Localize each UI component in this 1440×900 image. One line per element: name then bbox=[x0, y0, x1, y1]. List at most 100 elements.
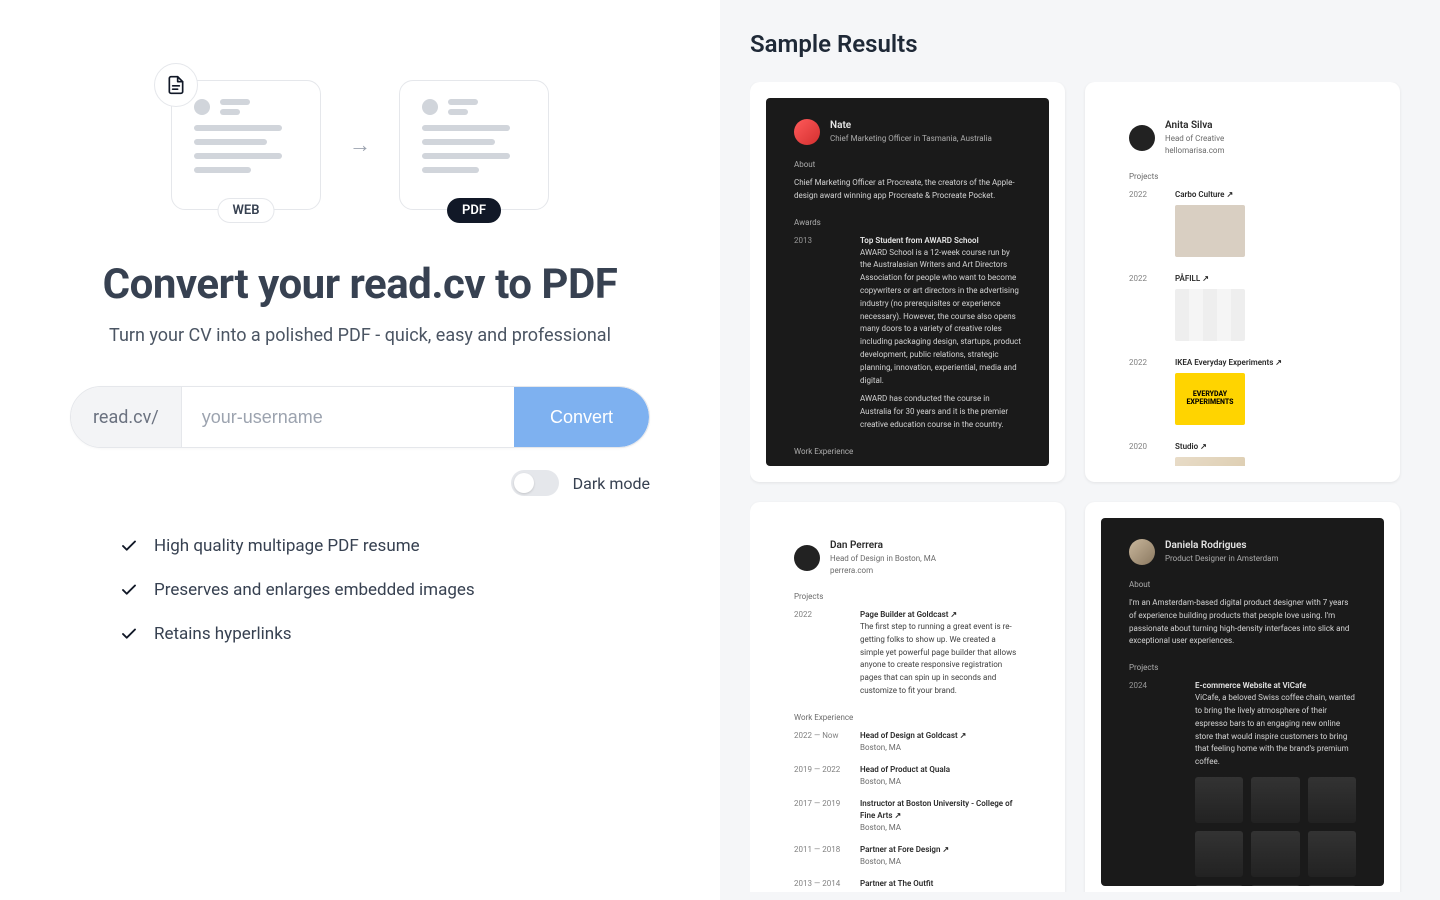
proj-year: 2020 bbox=[1129, 441, 1157, 466]
feature-text: Retains hyperlinks bbox=[154, 624, 292, 644]
work-loc: Boston, MA bbox=[860, 776, 950, 788]
convert-button[interactable]: Convert bbox=[514, 387, 649, 447]
work-loc: Boston, MA bbox=[860, 742, 966, 754]
proj-title: Carbo Culture ↗ bbox=[1175, 189, 1356, 201]
proj-year: 2022 bbox=[794, 609, 842, 698]
convert-form: read.cv/ Convert bbox=[70, 386, 650, 448]
work-title: CMO at Procreate bbox=[860, 464, 930, 466]
award-text: AWARD School is a 12-week course run by … bbox=[860, 247, 1021, 388]
hero-illustration: WEB → PDF bbox=[171, 80, 549, 210]
proj-thumbnail bbox=[1175, 289, 1245, 341]
screenshot-thumb bbox=[1251, 831, 1299, 877]
dark-mode-toggle[interactable] bbox=[511, 470, 559, 496]
proj-year: 2022 bbox=[1129, 189, 1157, 257]
proj-title: PÅFILL ↗ bbox=[1175, 273, 1356, 285]
feature-item: Retains hyperlinks bbox=[120, 624, 600, 644]
section-title: Projects bbox=[1129, 662, 1356, 674]
award-year: 2013 bbox=[794, 235, 842, 432]
proj-title: Page Builder at Goldcast ↗ bbox=[860, 609, 1021, 621]
proj-year: 2022 bbox=[1129, 273, 1157, 341]
work-years: 2017 — 2019 bbox=[794, 798, 842, 834]
work-title: Instructor at Boston University - Colleg… bbox=[860, 798, 1021, 822]
section-title: Work Experience bbox=[794, 446, 1021, 458]
web-badge: WEB bbox=[218, 198, 275, 223]
proj-text: The first step to running a great event … bbox=[860, 621, 1021, 698]
avatar bbox=[1129, 125, 1155, 151]
section-title: About bbox=[1129, 579, 1356, 591]
work-years: 2019 — 2022 bbox=[794, 764, 842, 788]
sample-site: hellomarisa.com bbox=[1165, 145, 1224, 157]
sample-doc: Nate Chief Marketing Officer in Tasmania… bbox=[766, 98, 1049, 466]
work-title: Partner at Fore Design ↗ bbox=[860, 844, 949, 856]
document-icon bbox=[154, 63, 198, 107]
section-title: Work Experience bbox=[794, 712, 1021, 724]
web-card: WEB bbox=[171, 80, 321, 210]
section-title: Projects bbox=[1129, 171, 1356, 183]
sample-site: perrera.com bbox=[830, 565, 936, 577]
proj-thumbnail: EVERYDAYEXPERIMENTS bbox=[1175, 373, 1245, 425]
sample-card: Anita Silva Head of Creative hellomarisa… bbox=[1085, 82, 1400, 482]
sample-card: Daniela Rodrigues Product Designer in Am… bbox=[1085, 502, 1400, 892]
sample-subtitle: Head of Creative bbox=[1165, 133, 1224, 145]
work-title: Head of Design at Goldcast ↗ bbox=[860, 730, 966, 742]
award-text: AWARD has conducted the course in Austra… bbox=[860, 393, 1021, 431]
about-text: Chief Marketing Officer at Procreate, th… bbox=[794, 177, 1021, 203]
screenshot-thumb bbox=[1195, 777, 1243, 823]
section-title: About bbox=[794, 159, 1021, 171]
work-years: 2013 — 2014 bbox=[794, 878, 842, 886]
sample-doc: Dan Perrera Head of Design in Boston, MA… bbox=[766, 518, 1049, 886]
check-icon bbox=[120, 581, 138, 599]
proj-title: IKEA Everyday Experiments ↗ bbox=[1175, 357, 1356, 369]
work-years: 2021 — Now bbox=[794, 464, 842, 466]
award-name: Top Student from AWARD School bbox=[860, 235, 1021, 247]
feature-text: High quality multipage PDF resume bbox=[154, 536, 420, 556]
work-loc: Boston, MA bbox=[860, 822, 1021, 834]
avatar bbox=[794, 545, 820, 571]
screenshot-thumb bbox=[1308, 885, 1356, 886]
page-title: Convert your read.cv to PDF bbox=[103, 260, 618, 309]
feature-list: High quality multipage PDF resume Preser… bbox=[120, 536, 600, 644]
screenshot-thumb bbox=[1251, 885, 1299, 886]
proj-year: 2024 bbox=[1129, 680, 1177, 886]
url-prefix: read.cv/ bbox=[71, 387, 182, 447]
samples-heading: Sample Results bbox=[750, 30, 1410, 58]
proj-title: E-commerce Website at ViCafe bbox=[1195, 680, 1356, 692]
screenshot-grid bbox=[1195, 777, 1356, 886]
samples-grid[interactable]: Nate Chief Marketing Officer in Tasmania… bbox=[750, 82, 1410, 892]
dark-mode-label: Dark mode bbox=[573, 474, 650, 493]
proj-year: 2022 bbox=[1129, 357, 1157, 425]
proj-text: ViCafe, a beloved Swiss coffee chain, wa… bbox=[1195, 692, 1356, 769]
thumb-text: EXPERIMENTS bbox=[1175, 399, 1245, 407]
work-loc: Boston, MA bbox=[860, 856, 949, 868]
arrow-right-icon: → bbox=[349, 132, 371, 158]
check-icon bbox=[120, 537, 138, 555]
sample-subtitle: Chief Marketing Officer in Tasmania, Aus… bbox=[830, 133, 992, 145]
sample-name: Anita Silva bbox=[1165, 118, 1224, 133]
work-title: Partner at The Outfit bbox=[860, 878, 933, 886]
pdf-card: PDF bbox=[399, 80, 549, 210]
page-subtitle: Turn your CV into a polished PDF - quick… bbox=[109, 325, 611, 346]
pdf-badge: PDF bbox=[447, 198, 501, 223]
check-icon bbox=[120, 625, 138, 643]
proj-title: Studio ↗ bbox=[1175, 441, 1356, 453]
proj-thumbnail bbox=[1175, 457, 1245, 466]
username-input[interactable] bbox=[182, 387, 514, 447]
about-text: I'm an Amsterdam-based digital product d… bbox=[1129, 597, 1356, 648]
screenshot-thumb bbox=[1308, 831, 1356, 877]
proj-thumbnail bbox=[1175, 205, 1245, 257]
screenshot-thumb bbox=[1251, 777, 1299, 823]
sample-subtitle: Head of Design in Boston, MA bbox=[830, 553, 936, 565]
screenshot-thumb bbox=[1195, 831, 1243, 877]
avatar bbox=[794, 119, 820, 145]
work-years: 2011 — 2018 bbox=[794, 844, 842, 868]
feature-text: Preserves and enlarges embedded images bbox=[154, 580, 475, 600]
avatar bbox=[1129, 539, 1155, 565]
sample-doc: Anita Silva Head of Creative hellomarisa… bbox=[1101, 98, 1384, 466]
sample-name: Nate bbox=[830, 118, 992, 133]
sample-name: Daniela Rodrigues bbox=[1165, 538, 1278, 553]
sample-card: Dan Perrera Head of Design in Boston, MA… bbox=[750, 502, 1065, 892]
feature-item: High quality multipage PDF resume bbox=[120, 536, 600, 556]
section-title: Awards bbox=[794, 217, 1021, 229]
sample-subtitle: Product Designer in Amsterdam bbox=[1165, 553, 1278, 565]
screenshot-thumb bbox=[1308, 777, 1356, 823]
